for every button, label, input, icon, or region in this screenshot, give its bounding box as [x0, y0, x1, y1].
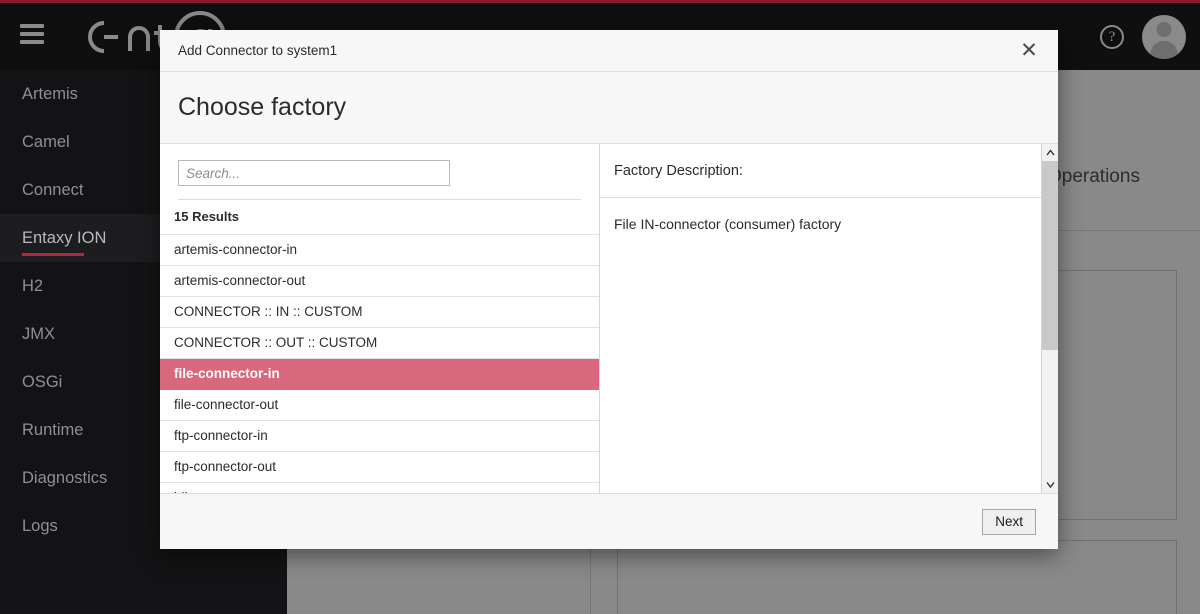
list-item[interactable]: artemis-connector-out [160, 265, 599, 297]
chevron-down-icon[interactable] [1042, 476, 1058, 493]
avatar[interactable] [1142, 14, 1186, 59]
factory-list-pane: 15 Results artemis-connector-in artemis-… [160, 144, 600, 493]
list-item[interactable]: CONNECTOR :: IN :: CUSTOM [160, 296, 599, 328]
list-item[interactable]: ftp-connector-out [160, 451, 599, 483]
factory-item-label: artemis-connector-in [174, 242, 298, 258]
modal-body: 15 Results artemis-connector-in artemis-… [160, 144, 1058, 493]
navbar-right-actions: ? [1100, 3, 1200, 70]
factory-list[interactable]: artemis-connector-in artemis-connector-o… [160, 233, 599, 493]
sidebar-item-label: Logs [22, 516, 58, 535]
sidebar-item-label: Camel [22, 132, 70, 151]
modal-footer: Next [160, 493, 1058, 549]
results-count: 15 Results [174, 208, 240, 224]
list-item[interactable]: file-connector-out [160, 389, 599, 421]
factory-item-label: CONNECTOR :: IN :: CUSTOM [174, 304, 363, 320]
sidebar-item-label: Diagnostics [22, 468, 108, 487]
modal-scrollbar[interactable] [1041, 144, 1058, 493]
factory-item-label: ftp-connector-out [174, 459, 277, 475]
modal-heading: Choose factory [160, 72, 1058, 144]
list-item[interactable]: ftp-connector-in [160, 420, 599, 452]
help-icon[interactable]: ? [1100, 24, 1124, 49]
scrollbar-track[interactable] [1042, 161, 1058, 476]
search-wrapper [160, 144, 599, 186]
sidebar-item-label: Connect [22, 180, 84, 199]
app-root: 1 Operations [0, 0, 1200, 614]
factory-item-label: ftp-connector-in [174, 428, 268, 444]
sidebar-item-label: Entaxy ION [22, 228, 107, 247]
page-title: Choose factory [178, 93, 347, 121]
search-input[interactable] [178, 160, 450, 186]
description-text: File IN-connector (consumer) factory [614, 216, 842, 232]
factory-item-label: jdbc-connector-out [174, 490, 286, 493]
modal-titlebar: Add Connector to system1 ✕ [160, 30, 1058, 72]
description-header: Factory Description: [600, 144, 1058, 198]
list-item[interactable]: CONNECTOR :: OUT :: CUSTOM [160, 327, 599, 359]
sidebar-item-label: H2 [22, 276, 44, 295]
list-item[interactable]: artemis-connector-in [160, 234, 599, 266]
factory-item-label: file-connector-out [174, 397, 279, 413]
factory-item-label: artemis-connector-out [174, 273, 306, 289]
sidebar-item-label: JMX [22, 324, 55, 343]
scrollbar-thumb[interactable] [1042, 161, 1058, 350]
sidebar-item-label: OSGi [22, 372, 63, 391]
modal-title: Add Connector to system1 [178, 43, 338, 58]
close-icon[interactable]: ✕ [1016, 38, 1042, 64]
list-item-selected[interactable]: file-connector-in [160, 358, 599, 390]
hamburger-icon[interactable] [20, 24, 44, 44]
chevron-up-icon[interactable] [1042, 144, 1058, 161]
sidebar-active-underline [22, 253, 84, 256]
factory-item-label: CONNECTOR :: OUT :: CUSTOM [174, 335, 378, 351]
add-connector-modal: Add Connector to system1 ✕ Choose factor… [160, 30, 1058, 549]
next-button[interactable]: Next [982, 508, 1036, 535]
factory-description-pane: Factory Description: File IN-connector (… [600, 144, 1058, 493]
factory-item-label: file-connector-in [174, 366, 280, 382]
top-accent-bar [0, 0, 1200, 3]
sidebar-item-label: Runtime [22, 420, 84, 439]
list-item[interactable]: jdbc-connector-out [160, 482, 599, 493]
sidebar-item-label: Artemis [22, 84, 78, 103]
